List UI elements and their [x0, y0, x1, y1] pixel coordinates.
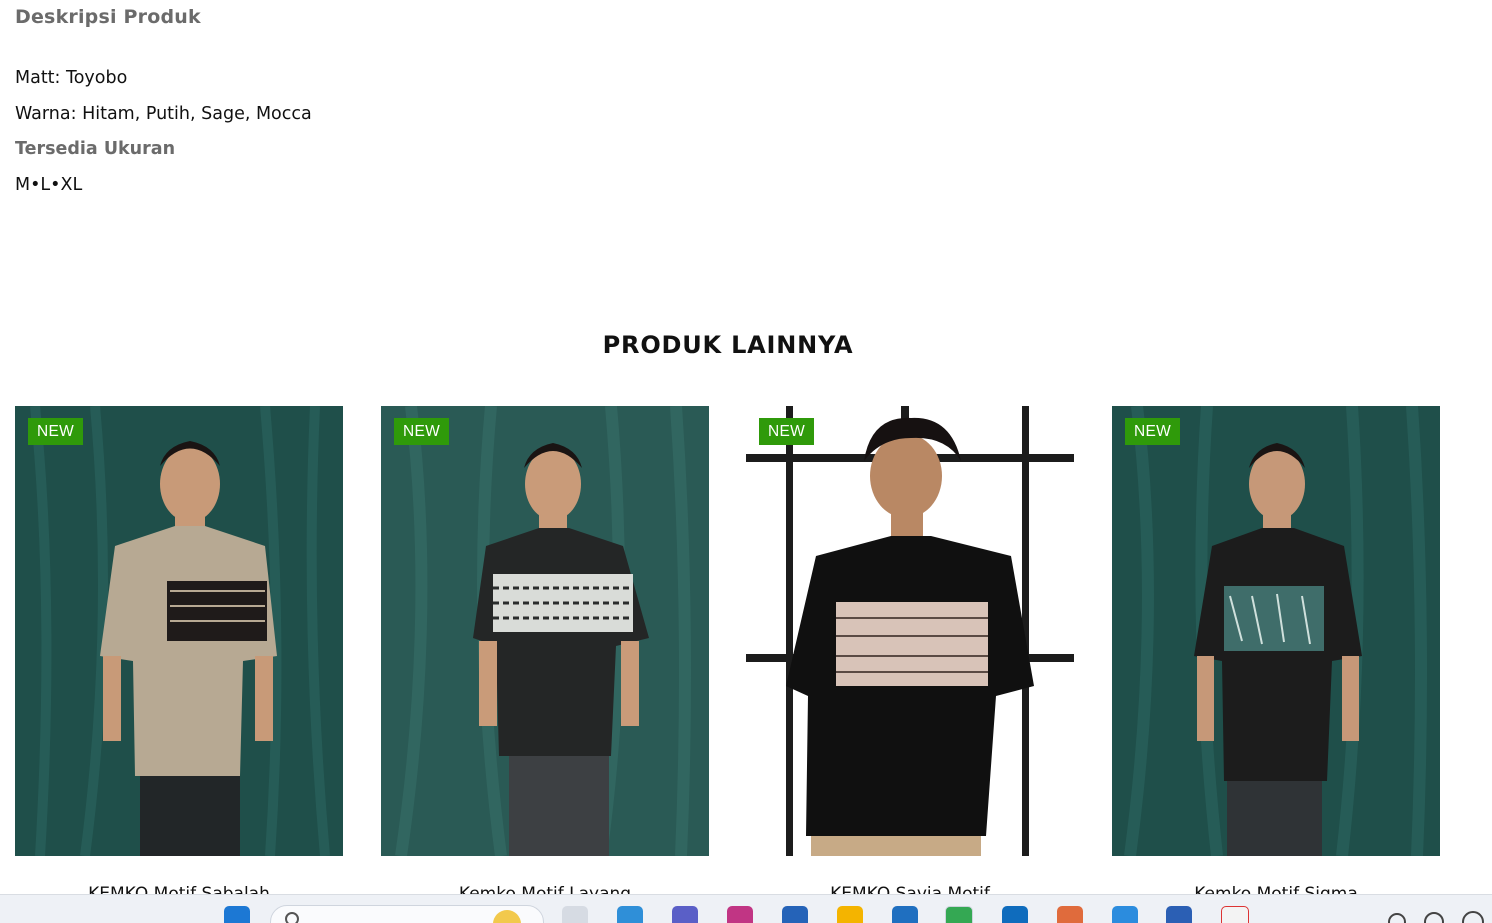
- description-title: Deskripsi Produk: [15, 6, 201, 28]
- new-badge: NEW: [394, 418, 450, 445]
- new-badge: NEW: [759, 418, 815, 445]
- word-icon[interactable]: [1166, 906, 1192, 923]
- new-badge: NEW: [28, 418, 84, 445]
- product-card[interactable]: NEW Kemko Motif Sigma: [1112, 406, 1440, 904]
- vscode-icon[interactable]: [1112, 906, 1138, 923]
- file-explorer-icon[interactable]: [562, 906, 588, 923]
- product-image[interactable]: NEW: [381, 406, 709, 856]
- colors-text: Warna: Hitam, Putih, Sage, Mocca: [15, 104, 312, 124]
- product-card[interactable]: NEW KEMKO Motif Sabalah: [15, 406, 343, 904]
- chrome-icon[interactable]: [945, 906, 973, 923]
- weather-icon: [493, 910, 521, 923]
- product-image[interactable]: NEW: [1112, 406, 1440, 856]
- teams-icon[interactable]: [672, 906, 698, 923]
- taskbar: [0, 894, 1492, 923]
- taskbar-search[interactable]: [270, 905, 544, 923]
- search-icon: [285, 912, 299, 923]
- related-products-title: PRODUK LAINNYA: [602, 331, 854, 359]
- instagram-icon[interactable]: [727, 906, 753, 923]
- edge-icon[interactable]: [617, 906, 643, 923]
- clock-icon[interactable]: [1462, 911, 1484, 923]
- acrobat-icon[interactable]: [1221, 906, 1249, 923]
- new-badge: NEW: [1125, 418, 1181, 445]
- sync-icon[interactable]: [1424, 912, 1444, 923]
- mail-icon[interactable]: [892, 906, 918, 923]
- product-image[interactable]: NEW: [746, 406, 1074, 856]
- product-card[interactable]: NEW KEMKO Savia Motif: [746, 406, 1074, 904]
- folder-icon[interactable]: [837, 906, 863, 923]
- material-text: Matt: Toyobo: [15, 68, 128, 88]
- sizes-text: M•L•XL: [15, 175, 83, 195]
- product-image[interactable]: NEW: [15, 406, 343, 856]
- store-icon[interactable]: [782, 906, 808, 923]
- outlook-icon[interactable]: [1002, 906, 1028, 923]
- windows-start-icon[interactable]: [224, 906, 250, 923]
- photos-icon[interactable]: [1057, 906, 1083, 923]
- product-card[interactable]: NEW Kemko Motif Layang: [381, 406, 709, 904]
- sizes-heading: Tersedia Ukuran: [15, 139, 176, 159]
